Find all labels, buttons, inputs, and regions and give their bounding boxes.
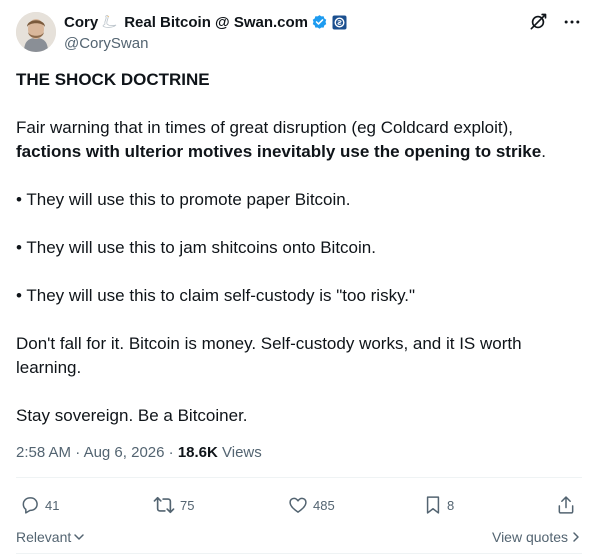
meta-separator: · [71, 444, 84, 461]
sort-dropdown[interactable]: Relevant [16, 529, 85, 545]
repost-count: 75 [180, 497, 195, 513]
author-block: Cory Real Bitcoin @ Swan.com @CorySwan [64, 12, 347, 54]
avatar[interactable] [16, 12, 56, 52]
post-body: THE SHOCK DOCTRINE Fair warning that in … [16, 68, 582, 452]
repost-button[interactable]: 75 [153, 495, 194, 515]
verified-badge-icon[interactable] [311, 14, 328, 31]
share-icon [558, 496, 574, 514]
display-name-part2[interactable]: Real Bitcoin @ Swan.com [124, 14, 308, 31]
replies-footer: Relevant View quotes [16, 526, 582, 548]
sort-label: Relevant [16, 529, 72, 545]
bookmark-button[interactable]: 8 [424, 495, 454, 515]
reply-icon [22, 497, 38, 514]
view-quotes-label: View quotes [491, 529, 568, 545]
post-paragraph-2: Don't fall for it. Bitcoin is money. Sel… [16, 334, 522, 377]
header-icons [528, 12, 582, 32]
para1-plain: Fair warning that in times of great disr… [16, 118, 514, 137]
para1-end: . [541, 142, 546, 161]
post-paragraph-1: Fair warning that in times of great disr… [16, 116, 582, 164]
grok-icon[interactable] [528, 12, 548, 32]
meta-separator: · [164, 444, 178, 461]
post-time[interactable]: 2:58 AM [16, 444, 71, 461]
like-button[interactable]: 485 [288, 495, 335, 515]
post-header: Cory Real Bitcoin @ Swan.com @CorySwan [16, 10, 582, 56]
post-bullet-2: • They will use this to jam shitcoins on… [16, 238, 376, 257]
post-bullet-1: • They will use this to promote paper Bi… [16, 190, 351, 209]
reply-button[interactable]: 41 [20, 495, 59, 515]
divider [16, 477, 582, 478]
display-name-part1[interactable]: Cory [64, 14, 98, 31]
para1-bold: factions with ulterior motives inevitabl… [16, 142, 542, 161]
more-options-icon[interactable] [562, 12, 582, 32]
affiliate-org-icon[interactable] [332, 15, 347, 30]
repost-icon [153, 496, 175, 514]
views-label[interactable]: Views [218, 444, 262, 461]
post-date[interactable]: Aug 6, 2026 [84, 444, 165, 461]
post-title: THE SHOCK DOCTRINE [16, 70, 210, 89]
like-icon [289, 497, 307, 513]
author-handle[interactable]: @CorySwan [64, 34, 347, 54]
reply-count: 41 [45, 497, 60, 513]
bookmark-count: 8 [447, 497, 455, 513]
post-paragraph-3: Stay sovereign. Be a Bitcoiner. [16, 406, 248, 425]
chevron-down-icon [74, 534, 85, 540]
chevron-right-icon [573, 532, 579, 542]
name-row: Cory Real Bitcoin @ Swan.com [64, 12, 347, 32]
post-meta: 2:58 AM · Aug 6, 2026 · 18.6K Views [16, 443, 262, 463]
action-bar: 41 75 485 8 [16, 492, 582, 518]
like-count: 485 [313, 497, 335, 513]
views-count[interactable]: 18.6K [178, 444, 218, 461]
divider [16, 553, 582, 554]
bookmark-icon [426, 496, 440, 514]
swan-icon [100, 14, 118, 30]
share-button[interactable] [556, 495, 576, 515]
view-quotes-link[interactable]: View quotes [492, 529, 582, 545]
post-bullet-3: • They will use this to claim self-custo… [16, 286, 416, 305]
avatar-image [16, 12, 56, 52]
